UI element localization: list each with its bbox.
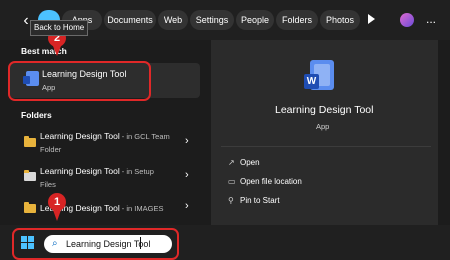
highlight-search-box bbox=[12, 228, 179, 260]
word-letter-icon: W bbox=[304, 74, 319, 89]
tab-web[interactable]: Web bbox=[158, 10, 188, 30]
tab-people-label: People bbox=[240, 15, 270, 25]
step-1-pointer bbox=[53, 210, 61, 221]
divider bbox=[221, 146, 431, 147]
folder-result-1-text: Learning Design Tool - in GCL Team Folde… bbox=[40, 130, 170, 156]
chevron-right-icon[interactable]: › bbox=[185, 169, 189, 181]
step-1-marker: 1 bbox=[48, 193, 66, 211]
folder-result-2-text: Learning Design Tool - in Setup Files bbox=[40, 165, 154, 191]
pin-icon: ⚲ bbox=[228, 196, 234, 205]
highlight-best-match bbox=[8, 61, 151, 101]
preview-app-title: Learning Design Tool bbox=[275, 104, 374, 116]
tab-people[interactable]: People bbox=[236, 10, 274, 30]
open-file-location-label: Open file location bbox=[240, 177, 302, 186]
more-options-icon[interactable]: ... bbox=[426, 11, 436, 27]
tab-photos-label: Photos bbox=[325, 15, 355, 25]
folder-icon bbox=[24, 202, 36, 213]
step-2-pointer bbox=[53, 46, 61, 56]
folder-location-cont: Folder bbox=[40, 145, 62, 154]
folder-outline-icon: ▭ bbox=[228, 177, 236, 186]
folder-location: - in GCL Team bbox=[119, 132, 170, 141]
avatar[interactable] bbox=[400, 13, 414, 27]
tab-settings-label: Settings bbox=[195, 15, 229, 25]
chevron-right-icon[interactable]: › bbox=[185, 135, 189, 147]
folder-name: Learning Design Tool bbox=[40, 131, 120, 141]
tab-documents[interactable]: Documents bbox=[104, 10, 156, 30]
pin-to-start-action[interactable]: ⚲ Pin to Start bbox=[228, 196, 280, 205]
folder-name: Learning Design Tool bbox=[40, 166, 120, 176]
tab-folders[interactable]: Folders bbox=[276, 10, 318, 30]
preview-app-type: App bbox=[316, 122, 330, 131]
open-external-icon: ↗ bbox=[228, 158, 235, 167]
folder-icon bbox=[24, 136, 36, 147]
folder-location: - in Setup bbox=[119, 167, 154, 176]
chevron-right-icon[interactable]: › bbox=[185, 200, 189, 212]
folder-location-cont: Files bbox=[40, 180, 56, 189]
open-action[interactable]: ↗ Open bbox=[228, 158, 260, 167]
open-action-label: Open bbox=[240, 158, 260, 167]
folders-heading: Folders bbox=[21, 110, 52, 120]
tab-photos[interactable]: Photos bbox=[320, 10, 360, 30]
folder-icon bbox=[24, 170, 36, 181]
tab-documents-label: Documents bbox=[107, 15, 153, 25]
open-file-location-action[interactable]: ▭ Open file location bbox=[228, 177, 302, 186]
folder-location: - in IMAGES bbox=[119, 204, 164, 213]
tab-web-label: Web bbox=[163, 15, 183, 25]
pin-to-start-label: Pin to Start bbox=[240, 196, 280, 205]
tab-folders-label: Folders bbox=[281, 15, 312, 25]
play-icon[interactable] bbox=[368, 14, 375, 24]
back-tooltip: Back to Home bbox=[30, 20, 89, 36]
tab-settings[interactable]: Settings bbox=[190, 10, 234, 30]
